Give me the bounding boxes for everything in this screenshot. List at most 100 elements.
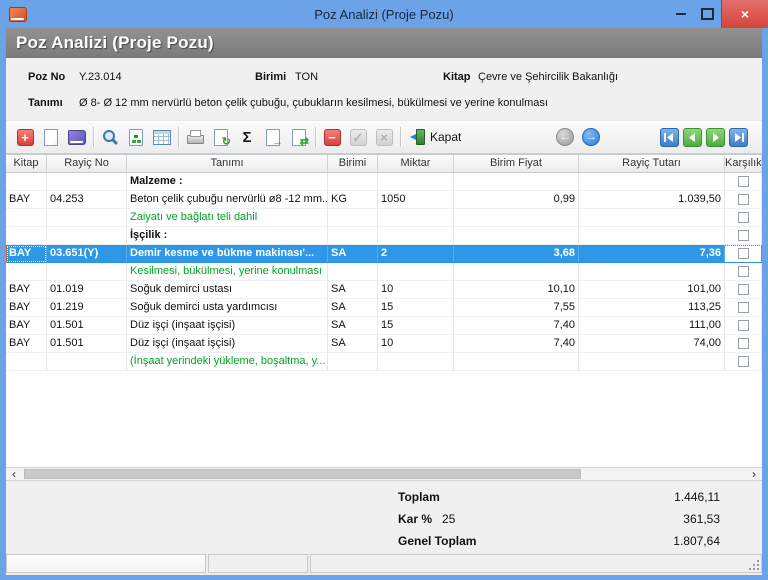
col-header-karsilik[interactable]: Karşılık [725, 155, 762, 172]
window-content: Poz Analizi (Proje Pozu) Poz No Y.23.014… [6, 28, 762, 574]
confirm-button[interactable]: ✓ [345, 124, 371, 150]
karsilik-checkbox[interactable] [738, 338, 749, 349]
karsilik-checkbox[interactable] [738, 302, 749, 313]
cell-birim-fiyat: 7,55 [454, 299, 579, 317]
toolbar-separator [315, 127, 316, 147]
table-row[interactable]: Zaiyatı ve bağlatı teli dahil [6, 209, 762, 227]
window-title: Poz Analizi (Proje Pozu) [0, 7, 768, 22]
cell-karsilik [725, 227, 762, 245]
sum-icon: Σ [242, 130, 251, 145]
cell-birim-fiyat: 7,40 [454, 335, 579, 353]
transfer-button[interactable]: ⇄ [286, 124, 312, 150]
cell-miktar: 10 [378, 335, 454, 353]
col-header-birimi[interactable]: Birimi [328, 155, 378, 172]
kapat-button[interactable]: Kapat [404, 124, 467, 150]
close-button[interactable]: × [721, 0, 768, 28]
toplam-value: 1.446,11 [674, 490, 720, 504]
col-header-rayic-no[interactable]: Rayiç No [47, 155, 127, 172]
table-row[interactable]: BAY 04.253 Beton çelik çubuğu nervürlü ø… [6, 191, 762, 209]
table-row[interactable]: BAY 01.501 Düz işçi (inşaat işçisi) SA 1… [6, 335, 762, 353]
export-button[interactable]: → [260, 124, 286, 150]
karsilik-checkbox[interactable] [738, 230, 749, 241]
cell-rayic-no [47, 263, 127, 281]
table-row[interactable]: İşçilik : [6, 227, 762, 245]
col-header-tanimi[interactable]: Tanımı [127, 155, 328, 172]
cell-birimi: SA [328, 335, 378, 353]
new-document-button[interactable] [38, 124, 64, 150]
cancel-button[interactable]: × [371, 124, 397, 150]
nav-next-button[interactable] [706, 128, 725, 147]
nav-first-button[interactable] [660, 128, 679, 147]
new-document-icon [44, 129, 58, 146]
cell-birim-fiyat: 0,99 [454, 191, 579, 209]
grid-button[interactable] [149, 124, 175, 150]
refresh-icon: ↻ [214, 129, 228, 146]
karsilik-checkbox[interactable] [738, 320, 749, 331]
totals-panel: Toplam 1.446,11 Kar % 25 361,53 Genel To… [6, 481, 762, 553]
karsilik-checkbox[interactable] [738, 248, 749, 259]
toolbar-separator [93, 127, 94, 147]
print-button[interactable] [182, 124, 208, 150]
forward-icon: → [582, 128, 600, 146]
cell-birimi [328, 227, 378, 245]
book-button[interactable] [64, 124, 90, 150]
genel-toplam-label: Genel Toplam [398, 534, 476, 548]
cell-rayic-tutari [579, 227, 725, 245]
maximize-button[interactable] [694, 0, 721, 28]
col-header-birim-fiyat[interactable]: Birim Fiyat [454, 155, 579, 172]
export-icon: → [266, 129, 280, 146]
cell-karsilik [725, 173, 762, 191]
grid-header-row: Kitap Rayiç No Tanımı Birimi Miktar Biri… [6, 155, 762, 173]
cell-miktar: 15 [378, 317, 454, 335]
table-row[interactable]: BAY 01.019 Soğuk demirci ustası SA 10 10… [6, 281, 762, 299]
karsilik-checkbox[interactable] [738, 284, 749, 295]
cell-birim-fiyat [454, 227, 579, 245]
cell-rayic-no [47, 353, 127, 371]
scrollbar-thumb[interactable] [24, 469, 581, 479]
karsilik-checkbox[interactable] [738, 356, 749, 367]
table-row[interactable]: (İnşaat yerindeki yükleme, boşaltma, y..… [6, 353, 762, 371]
cell-karsilik [725, 191, 762, 209]
karsilik-checkbox[interactable] [738, 176, 749, 187]
sum-button[interactable]: Σ [234, 124, 260, 150]
cell-tanimi: Zaiyatı ve bağlatı teli dahil [127, 209, 328, 227]
maximize-icon [701, 8, 714, 20]
scroll-left-icon[interactable]: ‹ [6, 468, 22, 480]
table-row[interactable]: Malzeme : [6, 173, 762, 191]
nav-prev-button[interactable] [683, 128, 702, 147]
cell-karsilik [725, 263, 762, 281]
forward-button[interactable]: → [578, 124, 604, 150]
cell-tanimi: Soğuk demirci usta yardımcısı [127, 299, 328, 317]
col-header-miktar[interactable]: Miktar [378, 155, 454, 172]
kar-amount-value: 361,53 [683, 512, 720, 526]
cell-kitap: BAY [6, 245, 47, 263]
karsilik-checkbox[interactable] [738, 212, 749, 223]
table-row[interactable]: BAY 03.651(Y) Demir kesme ve bükme makin… [6, 245, 762, 263]
add-button[interactable]: + [12, 124, 38, 150]
back-button[interactable]: ← [552, 124, 578, 150]
table-row[interactable]: Kesilmesi, bükülmesi, yerine konulması [6, 263, 762, 281]
delete-button[interactable]: − [319, 124, 345, 150]
tanimi-value: Ø 8- Ø 12 mm nervürlü beton çelik çubuğu… [79, 97, 548, 109]
search-button[interactable] [97, 124, 123, 150]
karsilik-checkbox[interactable] [738, 194, 749, 205]
scroll-right-icon[interactable]: › [746, 468, 762, 480]
hierarchy-button[interactable] [123, 124, 149, 150]
col-header-kitap[interactable]: Kitap [6, 155, 47, 172]
cancel-icon: × [376, 129, 393, 146]
cell-rayic-no: 01.501 [47, 317, 127, 335]
table-row[interactable]: BAY 01.219 Soğuk demirci usta yardımcısı… [6, 299, 762, 317]
cell-rayic-tutari [579, 263, 725, 281]
toplam-label: Toplam [398, 490, 440, 504]
karsilik-checkbox[interactable] [738, 266, 749, 277]
resize-grip[interactable] [757, 568, 759, 570]
refresh-button[interactable]: ↻ [208, 124, 234, 150]
grid-icon [153, 130, 171, 145]
close-icon: × [741, 7, 749, 21]
kar-percent-value[interactable]: 25 [442, 512, 455, 526]
table-row[interactable]: BAY 01.501 Düz işçi (inşaat işçisi) SA 1… [6, 317, 762, 335]
col-header-rayic-tutari[interactable]: Rayiç Tutarı [579, 155, 725, 172]
minimize-button[interactable] [667, 0, 694, 28]
horizontal-scrollbar[interactable]: ‹ › [6, 467, 762, 481]
nav-last-button[interactable] [729, 128, 748, 147]
